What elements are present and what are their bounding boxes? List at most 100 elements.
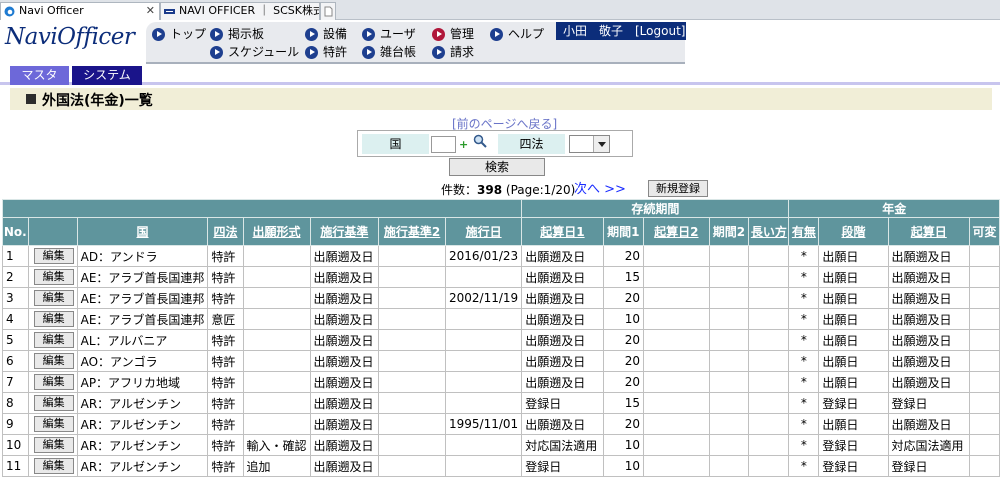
arrow-circle-icon [362, 46, 375, 59]
cell-kikan1: 15 [602, 392, 645, 414]
result-count: 件数：398 (Page:1/20) [441, 181, 575, 198]
browser-tab-navi-officer[interactable]: Navi Officer ✕ [0, 2, 160, 20]
nav-top[interactable]: トップ [152, 26, 206, 42]
col-header-kisan1[interactable]: 起算日1 [521, 217, 604, 246]
cell-seko-date: 2016/01/23 [445, 245, 523, 267]
edit-button[interactable]: 編集 [33, 332, 74, 348]
table-row: 8 編集 AR：アルゼンチン 特許 出願遡及日 登録日 15 * 登録日 登録日 [2, 392, 1000, 414]
cell-kuni: AR：アルゼンチン [76, 455, 209, 477]
cell-kikan2 [708, 329, 750, 351]
cell-nagai [748, 350, 790, 372]
country-input[interactable] [431, 136, 456, 153]
nav-bulletin-board[interactable]: 掲示板 [210, 26, 264, 42]
close-icon[interactable]: ✕ [146, 3, 155, 19]
cell-kisan1: 出願遡及日 [521, 308, 604, 330]
count-value: 398 [477, 183, 503, 197]
nav-users[interactable]: ユーザ [362, 26, 416, 42]
new-register-button[interactable]: 新規登録 [648, 180, 708, 197]
cell-kijun: 出願遡及日 [309, 392, 380, 414]
col-header-nenkin-kisan[interactable]: 起算日 [887, 217, 971, 246]
edit-button[interactable]: 編集 [33, 311, 74, 327]
col-header-kisan2[interactable]: 起算日2 [643, 217, 710, 246]
col-header-nagai[interactable]: 長い方 [748, 217, 790, 246]
cell-kikan1: 20 [602, 371, 645, 393]
col-header-kijun[interactable]: 施行基準 [309, 217, 380, 246]
cell-kahen [969, 392, 1000, 414]
cell-kikan2 [708, 287, 750, 309]
plus-arrow-icon[interactable]: + [459, 138, 468, 151]
nav-admin[interactable]: 管理 [432, 26, 474, 42]
nav-facilities[interactable]: 設備 [305, 26, 347, 42]
cell-kijun: 出願遡及日 [309, 434, 380, 456]
col-header-kijun2[interactable]: 施行基準2 [378, 217, 447, 246]
col-header-kuni[interactable]: 国 [76, 217, 209, 246]
edit-button[interactable]: 編集 [33, 458, 74, 474]
nav-patents[interactable]: 特許 [305, 44, 347, 60]
menu-tabs: マスタ システム [0, 65, 1000, 85]
edit-button[interactable]: 編集 [33, 395, 74, 411]
cell-shiho: 特許 [207, 434, 244, 456]
tab-master[interactable]: マスタ [10, 66, 69, 85]
nav-label: ユーザ [380, 27, 416, 41]
nav-help[interactable]: ヘルプ [490, 26, 544, 42]
col-header-umu[interactable]: 有無 [788, 217, 820, 246]
col-header-dankai[interactable]: 段階 [818, 217, 889, 246]
nav-billing[interactable]: 請求 [432, 44, 474, 60]
cell-nenkin-kisan: 対応国法適用 [887, 434, 971, 456]
edit-button[interactable]: 編集 [33, 248, 74, 264]
cell-seko-date [445, 455, 523, 477]
cell-seko-date [445, 434, 523, 456]
cell-nagai [748, 287, 790, 309]
col-header-no: No. [2, 217, 29, 246]
user-logout-box[interactable]: 小田 敬子 [Logout] [556, 22, 686, 40]
edit-button[interactable]: 編集 [33, 269, 74, 285]
nav-schedule[interactable]: スケジュール [210, 44, 299, 60]
cell-kuni: AR：アルゼンチン [76, 413, 209, 435]
new-tab-button[interactable] [320, 2, 336, 20]
page-title: 外国法(年金)一覧 [42, 93, 153, 109]
cell-kijun: 出願遡及日 [309, 350, 380, 372]
edit-button[interactable]: 編集 [33, 416, 74, 432]
col-header-shutsugan[interactable]: 出願形式 [242, 217, 311, 246]
cell-kijun2 [378, 413, 447, 435]
cell-kisan1: 登録日 [521, 392, 604, 414]
cell-nagai [748, 455, 790, 477]
edit-button[interactable]: 編集 [33, 374, 74, 390]
table-row: 4 編集 AE：アラブ首長国連邦 意匠 出願遡及日 出願遡及日 10 * 出願日 出願遡及日 [2, 308, 1000, 330]
cell-dankai: 出願日 [818, 371, 889, 393]
table-row: 1 編集 AD：アンドラ 特許 出願遡及日 2016/01/23 出願遡及日 20 * 出願日 出願… [2, 245, 1000, 267]
browser-tab-scsk[interactable]: NAVI OFFICER ｜ SCSK株式会社 [160, 2, 320, 20]
cell-kijun: 出願遡及日 [309, 371, 380, 393]
edit-button[interactable]: 編集 [33, 437, 74, 453]
nav-misc-ledger[interactable]: 雑台帳 [362, 44, 416, 60]
foreign-law-table: 存続期間 年金 No. 国 四法 出願形式 施行基準 施行基準2 施行日 起算日… [1, 199, 1000, 477]
cell-umu: * [788, 245, 820, 267]
edit-button[interactable]: 編集 [33, 290, 74, 306]
cell-umu: * [788, 350, 820, 372]
arrow-circle-icon [305, 28, 318, 41]
magnifier-icon[interactable] [473, 134, 487, 148]
col-label: 起算日2 [654, 225, 699, 239]
table-row: 2 編集 AE：アラブ首長国連邦 特許 出願遡及日 出願遡及日 15 * 出願日 出願遡及日 [2, 266, 1000, 288]
cell-kuni: AL：アルバニア [76, 329, 209, 351]
edit-button[interactable]: 編集 [33, 353, 74, 369]
tab-system[interactable]: システム [72, 66, 142, 85]
shiho-select[interactable] [569, 135, 610, 153]
col-header-shiho[interactable]: 四法 [207, 217, 244, 246]
nav-label: スケジュール [228, 45, 300, 59]
cell-kuni: AE：アラブ首長国連邦 [76, 308, 209, 330]
col-header-seko-date[interactable]: 施行日 [445, 217, 523, 246]
cell-kisan2 [643, 287, 710, 309]
cell-shiho: 特許 [207, 287, 244, 309]
search-button[interactable]: 検索 [449, 158, 545, 176]
next-page-link[interactable]: 次へ >> [574, 178, 626, 197]
navi-officer-logo[interactable]: NaviOfficer [5, 24, 135, 50]
cell-kahen [969, 287, 1000, 309]
table-row: 10 編集 AR：アルゼンチン 特許 輸入・確認 出願遡及日 対応国法適用 10 * 登録日 対応国… [2, 434, 1000, 456]
cell-dankai: 登録日 [818, 434, 889, 456]
cell-kisan2 [643, 371, 710, 393]
cell-kuni: AE：アラブ首長国連邦 [76, 266, 209, 288]
cell-no: 5 [2, 329, 29, 351]
cell-kisan1: 出願遡及日 [521, 371, 604, 393]
nav-label: 特許 [323, 45, 348, 59]
